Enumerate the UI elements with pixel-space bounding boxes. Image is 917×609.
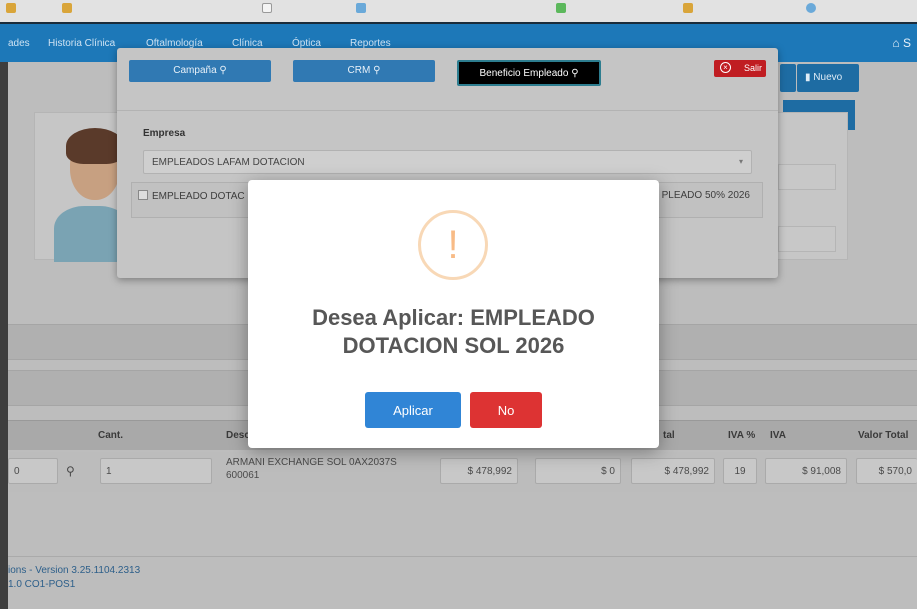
pos-text: 1.0 CO1-POS1 [8, 579, 76, 590]
tab-crm[interactable]: CRM ⚲ [293, 60, 435, 82]
tab-crm-label: CRM [347, 65, 371, 76]
app-icon [6, 3, 16, 13]
search-icon: ⚲ [219, 65, 227, 76]
benefit-option-left-label: EMPLEADO DOTAC [152, 191, 245, 202]
search-icon: ⚲ [571, 68, 579, 79]
header-valor-total: Valor Total [858, 430, 909, 441]
tab-beneficio-empleado[interactable]: Beneficio Empleado ⚲ [457, 60, 601, 86]
nav-item-historia-clinica[interactable]: Historia Clínica [48, 38, 115, 49]
iva-field: $ 91,008 [765, 458, 847, 484]
chevron-down-icon: ▾ [738, 157, 743, 166]
home-icon[interactable]: ⌂ S [892, 36, 911, 50]
empresa-value: EMPLEADOS LAFAM DOTACION [152, 157, 305, 168]
new-button-label: Nuevo [813, 72, 843, 83]
close-icon: × [720, 62, 731, 73]
field-box [778, 164, 836, 190]
warning-icon: ! [418, 210, 488, 280]
benefit-option-right[interactable]: PLEADO 50% 2026 [662, 190, 750, 201]
warning-mark: ! [447, 223, 459, 267]
new-button[interactable]: ▮ Nuevo [797, 64, 859, 92]
field-box [778, 226, 836, 252]
table-row: 0 ⚲ 1 ARMANI EXCHANGE SOL 0AX2037S 60006… [8, 452, 917, 492]
apply-button[interactable]: Aplicar [365, 392, 461, 428]
dialog-title: Desea Aplicar: EMPLEADO DOTACION SOL 202… [312, 305, 595, 358]
app-icon [62, 3, 72, 13]
benefit-option-left[interactable]: EMPLEADO DOTAC [138, 190, 245, 202]
header-cant: Cant. [98, 430, 123, 441]
broken-image-icon [138, 190, 148, 200]
empresa-label: Empresa [143, 128, 186, 139]
toolbar-button-partial[interactable] [780, 64, 796, 92]
version-text: ions - Version 3.25.1104.2313 [8, 565, 141, 576]
header-iva-pct: IVA % [728, 430, 756, 441]
no-button[interactable]: No [470, 392, 542, 428]
app-icon [806, 3, 816, 13]
modal-divider [117, 110, 778, 111]
tab-beneficio-label: Beneficio Empleado [479, 68, 569, 79]
subtotal-field: $ 478,992 [631, 458, 715, 484]
price-field: $ 478,992 [440, 458, 518, 484]
document-icon: ▮ [805, 72, 811, 83]
header-iva: IVA [770, 430, 786, 441]
quantity-input[interactable]: 1 [100, 458, 212, 484]
header-total: tal [663, 430, 675, 441]
nav-item-ades[interactable]: ades [8, 38, 30, 49]
app-icon [683, 3, 693, 13]
tab-campana-label: Campaña [173, 65, 217, 76]
header-desc: Desc [226, 430, 250, 441]
tab-campana[interactable]: Campaña ⚲ [129, 60, 271, 82]
avatar-hair [66, 128, 124, 164]
search-icon: ⚲ [373, 65, 381, 76]
confirm-dialog: ! Desea Aplicar: EMPLEADO DOTACION SOL 2… [248, 180, 659, 448]
code-input[interactable]: 0 [8, 458, 58, 484]
left-edge [0, 22, 8, 609]
app-icon [356, 3, 366, 13]
footer: ions - Version 3.25.1104.2313 1.0 CO1-PO… [8, 556, 917, 609]
item-description: ARMANI EXCHANGE SOL 0AX2037S 600061 [226, 457, 397, 481]
home-label: S [902, 36, 911, 50]
exit-button[interactable]: × Salir [714, 60, 766, 77]
exit-button-label: Salir [743, 63, 762, 73]
taskbar-strip [0, 0, 917, 22]
search-icon[interactable]: ⚲ [66, 464, 75, 478]
total-field: $ 570,0 [856, 458, 917, 484]
empresa-select[interactable]: EMPLEADOS LAFAM DOTACION ▾ [143, 150, 752, 174]
discount-field: $ 0 [535, 458, 621, 484]
iva-pct-field: 19 [723, 458, 757, 484]
app-icon [262, 3, 272, 13]
app-icon [556, 3, 566, 13]
